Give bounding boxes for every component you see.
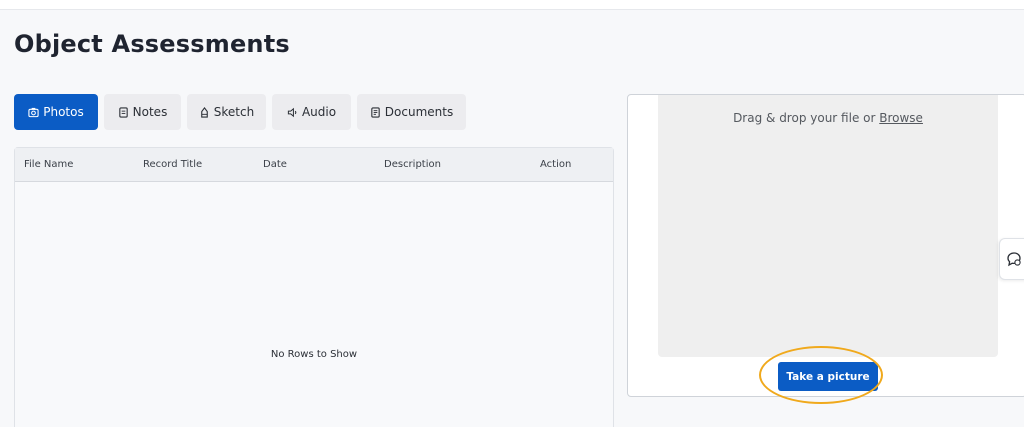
dropzone-instructions: Drag & drop your file or Browse [658,111,998,125]
sketch-icon [199,106,210,118]
table-header: File Name Record Title Date Description … [15,148,613,182]
take-picture-button[interactable]: Take a picture [778,362,878,391]
column-record-title[interactable]: Record Title [143,148,202,182]
tab-notes[interactable]: Notes [104,94,181,130]
tab-photos[interactable]: Photos [14,94,98,130]
column-date[interactable]: Date [263,148,287,182]
file-dropzone[interactable]: Drag & drop your file or Browse [658,95,998,357]
page-title: Object Assessments [14,30,290,58]
tab-documents[interactable]: Documents [357,94,466,130]
tab-sketch[interactable]: Sketch [187,94,266,130]
drop-text: Drag & drop your file or [733,111,880,125]
audio-icon [287,107,298,118]
tab-audio[interactable]: Audio [272,94,351,130]
tab-audio-label: Audio [301,105,337,119]
note-icon [118,106,129,118]
column-file-name[interactable]: File Name [24,148,73,182]
tab-documents-label: Documents [384,105,454,119]
document-icon [370,106,381,118]
column-action[interactable]: Action [540,148,571,182]
records-table: File Name Record Title Date Description … [14,147,614,427]
chat-bubble-icon [1006,251,1022,267]
tab-photos-label: Photos [43,105,84,119]
photo-icon [28,107,39,118]
empty-table-message: No Rows to Show [270,349,358,360]
tab-sketch-label: Sketch [213,105,255,119]
feedback-button[interactable] [999,238,1024,280]
tab-notes-label: Notes [132,105,168,119]
column-description[interactable]: Description [384,148,441,182]
upload-panel: Drag & drop your file or Browse [627,94,1024,397]
top-header-strip [0,0,1024,10]
browse-link[interactable]: Browse [879,111,923,125]
